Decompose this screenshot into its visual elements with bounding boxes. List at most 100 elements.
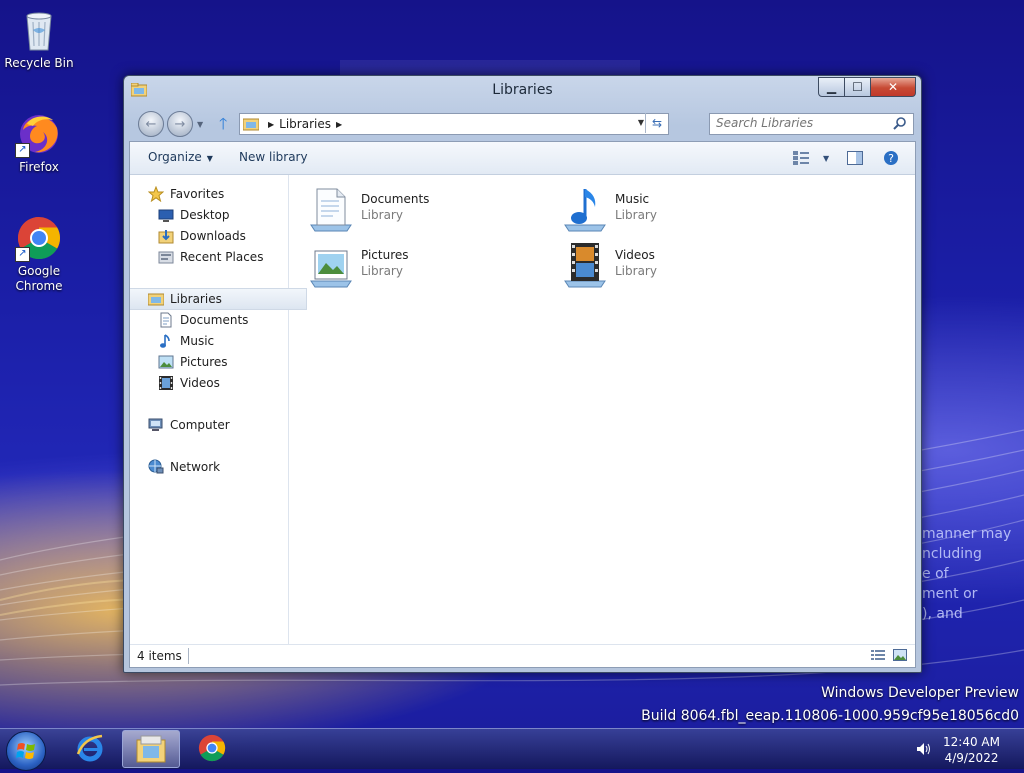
item-type: Library xyxy=(361,208,403,222)
film-strip-icon xyxy=(158,375,174,391)
breadcrumb-separator-icon[interactable]: ▶ xyxy=(268,120,274,129)
search-input[interactable] xyxy=(710,114,886,132)
chevron-down-icon: ▼ xyxy=(823,153,830,163)
taskbar-windows-explorer[interactable] xyxy=(122,730,180,768)
details-view-icon[interactable] xyxy=(871,649,885,661)
volume-icon[interactable] xyxy=(916,742,932,756)
close-button[interactable]: ✕ xyxy=(871,77,916,97)
library-item-documents[interactable]: Documents Library xyxy=(289,181,529,232)
library-item-music[interactable]: Music Library xyxy=(543,181,783,232)
computer-icon xyxy=(148,417,164,433)
status-bar: 4 items xyxy=(130,644,915,667)
item-name: Videos xyxy=(615,248,655,262)
new-library-button[interactable]: New library xyxy=(239,150,308,164)
chrome-icon: ↗ xyxy=(15,214,63,262)
nav-label: Favorites xyxy=(170,187,225,201)
minimize-icon: ▁ xyxy=(826,80,837,94)
explorer-window: Libraries ▁ ☐ ✕ ← → ▼ 🡑 ▶ Libraries ▶ ▼ … xyxy=(123,75,922,673)
nav-libraries[interactable]: Libraries xyxy=(130,288,307,310)
background-text: manner may xyxy=(922,526,1012,542)
minimize-button[interactable]: ▁ xyxy=(818,77,845,97)
chevron-down-icon: ▼ xyxy=(206,154,213,163)
nav-label: Computer xyxy=(170,418,230,432)
windows-explorer-icon xyxy=(136,735,166,763)
start-button[interactable] xyxy=(6,731,46,771)
address-dropdown-icon[interactable]: ▼ xyxy=(638,118,644,127)
change-view-button[interactable]: ▼ xyxy=(793,148,829,168)
videos-library-icon xyxy=(564,243,606,288)
windows-logo-icon xyxy=(16,743,35,759)
internet-explorer-icon xyxy=(76,734,103,762)
item-type: Library xyxy=(615,264,657,278)
item-name: Music xyxy=(615,192,650,206)
up-arrow-icon[interactable]: 🡑 xyxy=(219,115,233,133)
item-name: Documents xyxy=(361,192,430,206)
view-options-icon xyxy=(793,151,809,165)
preview-pane-button[interactable] xyxy=(847,148,863,168)
help-button[interactable]: ? xyxy=(883,148,899,168)
desktop-icon-recycle-bin[interactable]: Recycle Bin xyxy=(1,6,77,71)
watermark-line-1: Windows Developer Preview xyxy=(821,685,1019,701)
firefox-icon: ↗ xyxy=(15,110,63,158)
nav-label: Downloads xyxy=(180,229,246,243)
back-button[interactable]: ← xyxy=(138,111,164,137)
item-count: 4 items xyxy=(137,649,182,663)
caption-buttons: ▁ ☐ ✕ xyxy=(818,77,916,97)
music-library-icon xyxy=(564,189,606,232)
window-title: Libraries xyxy=(492,82,553,98)
library-item-videos[interactable]: Videos Library xyxy=(543,237,783,288)
organize-menu[interactable]: Organize ▼ xyxy=(148,150,213,164)
navigation-bar: ← → ▼ 🡑 ▶ Libraries ▶ ▼ ⇆ xyxy=(124,106,921,140)
help-icon: ? xyxy=(884,151,898,165)
refresh-icon: ⇆ xyxy=(651,116,663,130)
recent-places-icon xyxy=(158,249,174,265)
desktop-icon-label: Recycle Bin xyxy=(4,56,74,70)
search-icon[interactable] xyxy=(893,116,907,130)
background-text: ), and xyxy=(922,606,963,622)
nav-label: Music xyxy=(180,334,215,348)
title-bar[interactable]: Libraries ▁ ☐ ✕ xyxy=(124,76,921,104)
status-divider xyxy=(188,648,189,664)
nav-label: Documents xyxy=(180,313,249,327)
taskbar-google-chrome[interactable] xyxy=(184,730,240,766)
libraries-icon xyxy=(147,291,165,307)
navigation-pane: Favorites Desktop Downloads Recent Place… xyxy=(130,175,307,644)
background-text: ment or xyxy=(922,586,978,602)
desktop-icon-firefox[interactable]: ↗ Firefox xyxy=(1,110,77,175)
nav-computer[interactable]: Computer xyxy=(130,415,306,435)
nav-label: Network xyxy=(170,460,221,474)
pictures-icon xyxy=(158,354,174,370)
large-icons-view-icon[interactable] xyxy=(893,649,907,661)
desktop-icon-label: Google Chrome xyxy=(15,264,63,293)
search-box[interactable] xyxy=(709,113,914,135)
breadcrumb-libraries[interactable]: Libraries xyxy=(279,117,331,131)
nav-label: Recent Places xyxy=(180,250,264,264)
taskbar-internet-explorer[interactable] xyxy=(62,730,118,766)
music-note-icon xyxy=(158,333,174,349)
forward-button[interactable]: → xyxy=(167,111,193,137)
nav-label: Videos xyxy=(180,376,220,390)
arrow-left-icon: ← xyxy=(145,116,157,132)
organize-label: Organize xyxy=(148,150,202,164)
library-item-pictures[interactable]: Pictures Library xyxy=(289,237,529,288)
chrome-icon xyxy=(198,734,226,762)
desktop-icon xyxy=(158,207,174,223)
maximize-button[interactable]: ☐ xyxy=(845,77,871,97)
desktop-icon-google-chrome[interactable]: ↗ Google Chrome xyxy=(1,214,77,294)
explorer-client-area: Organize ▼ New library ▼ ? Favorites Des… xyxy=(129,141,916,668)
documents-icon xyxy=(158,312,174,328)
nav-label: Desktop xyxy=(180,208,230,222)
background-text: ncluding xyxy=(922,546,982,562)
item-type: Library xyxy=(361,264,403,278)
pictures-library-icon xyxy=(310,250,352,288)
breadcrumb-separator-icon[interactable]: ▶ xyxy=(336,120,342,129)
background-text: e of xyxy=(922,566,949,582)
address-bar[interactable]: ▶ Libraries ▶ ▼ ⇆ xyxy=(239,113,669,135)
recent-pages-dropdown-icon[interactable]: ▼ xyxy=(197,120,203,129)
system-clock[interactable]: 12:40 AM 4/9/2022 xyxy=(943,734,1000,766)
nav-favorites[interactable]: Favorites xyxy=(130,184,306,204)
refresh-button[interactable]: ⇆ xyxy=(645,113,668,133)
nav-network[interactable]: Network xyxy=(130,457,306,477)
taskbar: 12:40 AM 4/9/2022 xyxy=(0,728,1024,771)
star-icon xyxy=(147,185,165,203)
